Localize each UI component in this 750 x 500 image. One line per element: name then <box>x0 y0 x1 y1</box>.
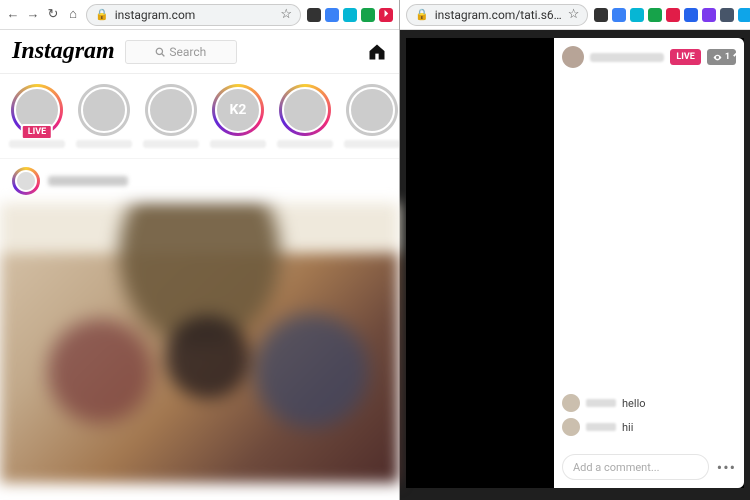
comment-text: hello <box>622 397 646 410</box>
forward-icon[interactable]: → <box>26 8 40 22</box>
live-comment: hello <box>562 394 736 412</box>
post-header[interactable] <box>0 159 399 203</box>
broadcaster-username[interactable] <box>590 53 664 62</box>
home-icon[interactable] <box>367 42 387 62</box>
stories-row: LIVE K2 <box>0 74 399 159</box>
story-item[interactable] <box>276 84 334 148</box>
instagram-logo[interactable]: Instagram <box>12 38 115 65</box>
story-username <box>9 140 65 148</box>
extension-icon[interactable] <box>666 8 680 22</box>
post-image[interactable] <box>0 203 399 483</box>
extension-icon[interactable] <box>684 8 698 22</box>
extensions-right: ⋮ <box>594 6 750 24</box>
home-nav-icon[interactable]: ⌂ <box>66 8 80 22</box>
browser-toolbar-right: 🔒 instagram.com/tati.s6… ☆ ⋮ <box>400 0 750 30</box>
live-badge: LIVE <box>21 124 53 140</box>
post-author-username <box>48 176 128 186</box>
feed-post <box>0 159 399 483</box>
broadcaster-avatar[interactable] <box>562 46 584 68</box>
extension-icon[interactable] <box>738 8 750 22</box>
lock-icon: 🔒 <box>415 8 429 21</box>
extension-icon[interactable] <box>630 8 644 22</box>
extension-icon[interactable] <box>648 8 662 22</box>
commenter-username[interactable] <box>586 399 616 407</box>
search-placeholder: Search <box>169 45 206 59</box>
extension-icon[interactable] <box>720 8 734 22</box>
live-footer: Add a comment... ••• <box>554 446 744 488</box>
search-input[interactable]: Search <box>125 40 237 64</box>
url-text: instagram.com/tati.s6… <box>435 8 562 22</box>
window-right: 🔒 instagram.com/tati.s6… ☆ ⋮ ✕ LIVE <box>400 0 750 500</box>
more-options-icon[interactable]: ••• <box>717 458 736 477</box>
reload-icon[interactable]: ↻ <box>46 8 60 22</box>
comment-input[interactable]: Add a comment... <box>562 454 709 480</box>
browser-toolbar-left: ← → ↻ ⌂ 🔒 instagram.com ☆ ⏵ <box>0 0 399 30</box>
extension-icon[interactable]: ⏵ <box>379 8 393 22</box>
extension-icon[interactable] <box>702 8 716 22</box>
story-username <box>344 140 399 148</box>
comment-text: hii <box>622 421 633 434</box>
instagram-header: Instagram Search <box>0 30 399 74</box>
commenter-avatar[interactable] <box>562 418 580 436</box>
eye-icon <box>713 53 722 62</box>
live-header: LIVE 1 <box>554 38 744 76</box>
extension-icon[interactable] <box>594 8 608 22</box>
close-icon[interactable]: ✕ <box>731 42 746 63</box>
bookmark-star-icon[interactable]: ☆ <box>568 7 580 22</box>
live-body <box>554 76 744 388</box>
url-text: instagram.com <box>115 8 275 22</box>
extension-icon[interactable] <box>325 8 339 22</box>
extension-icon[interactable] <box>343 8 357 22</box>
story-item[interactable]: LIVE <box>8 84 66 148</box>
commenter-avatar[interactable] <box>562 394 580 412</box>
live-video[interactable] <box>406 38 554 488</box>
extension-icon[interactable] <box>612 8 626 22</box>
extensions-left: ⏵ <box>307 8 393 22</box>
extension-icon[interactable] <box>361 8 375 22</box>
story-username <box>76 140 132 148</box>
live-comment: hii <box>562 418 736 436</box>
k2-avatar: K2 <box>215 87 261 133</box>
story-username <box>277 140 333 148</box>
live-chip: LIVE <box>670 49 700 65</box>
story-item[interactable]: K2 <box>209 84 267 148</box>
live-view: ✕ LIVE 1 hello <box>406 38 744 488</box>
story-username <box>210 140 266 148</box>
bookmark-star-icon[interactable]: ☆ <box>280 7 292 22</box>
window-left: ← → ↻ ⌂ 🔒 instagram.com ☆ ⏵ Instagram Se… <box>0 0 400 500</box>
back-icon[interactable]: ← <box>6 8 20 22</box>
post-author-avatar <box>12 167 40 195</box>
search-icon <box>155 47 165 57</box>
story-username <box>143 140 199 148</box>
story-item[interactable] <box>75 84 133 148</box>
commenter-username[interactable] <box>586 423 616 431</box>
live-sidebar: LIVE 1 hello hii <box>554 38 744 488</box>
comment-placeholder: Add a comment... <box>573 461 660 474</box>
story-item[interactable] <box>343 84 399 148</box>
viewer-count: 1 <box>725 52 730 62</box>
address-bar-left[interactable]: 🔒 instagram.com ☆ <box>86 4 301 26</box>
story-item[interactable] <box>142 84 200 148</box>
lock-icon: 🔒 <box>95 8 109 21</box>
extension-icon[interactable] <box>307 8 321 22</box>
live-comments: hello hii <box>554 388 744 446</box>
address-bar-right[interactable]: 🔒 instagram.com/tati.s6… ☆ <box>406 4 588 26</box>
